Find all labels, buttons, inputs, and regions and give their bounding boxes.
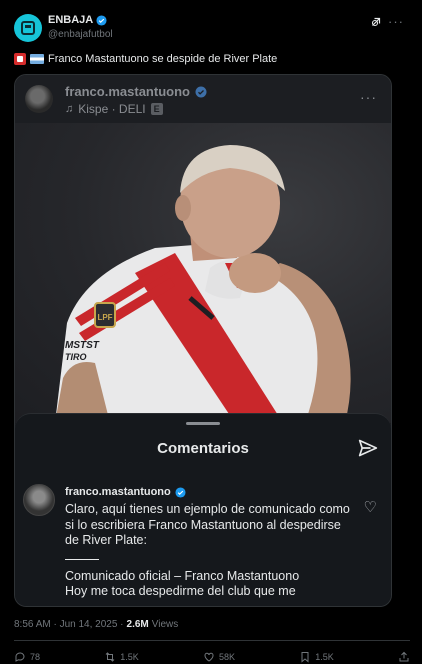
comment-username: franco.mastantuono [65,486,171,498]
action-bar: 78 1.5K 58K 1.5K [14,650,410,664]
heart-icon: ♡ [363,499,377,516]
views-count: 2.6M [126,619,149,630]
divider [14,640,410,641]
sheet-handle [186,422,220,425]
ig-music-label: Kispe · DELI [78,102,146,116]
river-emoji-icon [14,53,26,65]
timestamp[interactable]: 8:56 AM · Jun 14, 2025 · [14,619,124,630]
like-button[interactable]: 58K [203,651,235,663]
comment-intro: Claro, aquí tienes un ejemplo de comunic… [65,502,350,547]
account-handle[interactable]: @enbajafutbol [48,29,113,40]
bookmark-button[interactable]: 1.5K [299,651,334,663]
like-count: 58K [219,652,236,662]
bookmark-icon [301,652,309,663]
comment-verified-icon [175,486,186,498]
bookmark-count: 1.5K [315,652,334,662]
explicit-badge: E [150,103,163,115]
tweet-text: Franco Mastantuono se despide de River P… [14,53,277,65]
comment-body: Claro, aquí tienes un ejemplo de comunic… [65,502,355,600]
account-avatar[interactable] [14,14,42,42]
views-label: Views [151,619,179,630]
ig-verified-icon [195,86,207,97]
comments-sheet: Comentarios franco.mastantuono ♡ Claro, … [15,413,391,606]
player-photo: LPF MSTST TIRO [15,123,391,423]
tweet-meta: 8:56 AM · Jun 14, 2025 · 2.6M Views [14,619,178,630]
instagram-header: franco.mastantuono ♫ Kispe · DELI E ··· [15,75,391,123]
repost-count: 1.5K [120,652,139,662]
comments-title: Comentarios [157,440,249,457]
tweet-header: ENBAJA @enbajafutbol ··· [14,12,410,46]
repost-button[interactable]: 1.5K [104,651,139,663]
share-button[interactable] [398,651,410,663]
media-card[interactable]: franco.mastantuono ♫ Kispe · DELI E ··· [14,74,392,607]
svg-text:MSTST: MSTST [65,340,100,351]
reply-icon [15,652,25,662]
ig-avatar [25,85,53,113]
tweet-body: Franco Mastantuono se despide de River P… [48,53,278,65]
display-name[interactable]: ENBAJA [48,14,93,26]
ig-username: franco.mastantuono [65,84,190,99]
repost-icon [105,652,115,662]
reply-button[interactable]: 78 [14,651,40,663]
grok-icon[interactable] [370,16,382,28]
more-options-icon[interactable]: ··· [388,15,404,28]
comment-line: Hoy me toca despedirme del club que me [65,584,296,598]
comment-avatar [23,484,55,516]
svg-text:LPF: LPF [97,313,112,322]
comment-heading: Comunicado oficial – Franco Mastantuono [65,568,300,583]
share-icon [399,651,409,662]
ig-more-icon: ··· [360,89,377,105]
music-note-icon: ♫ [65,103,74,115]
comment-separator [65,558,99,560]
argentina-flag-icon [30,54,44,64]
verified-badge-icon [96,14,107,26]
svg-text:TIRO: TIRO [65,352,87,362]
heart-outline-icon [204,652,214,662]
send-icon [358,439,378,457]
reply-count: 78 [30,652,41,662]
